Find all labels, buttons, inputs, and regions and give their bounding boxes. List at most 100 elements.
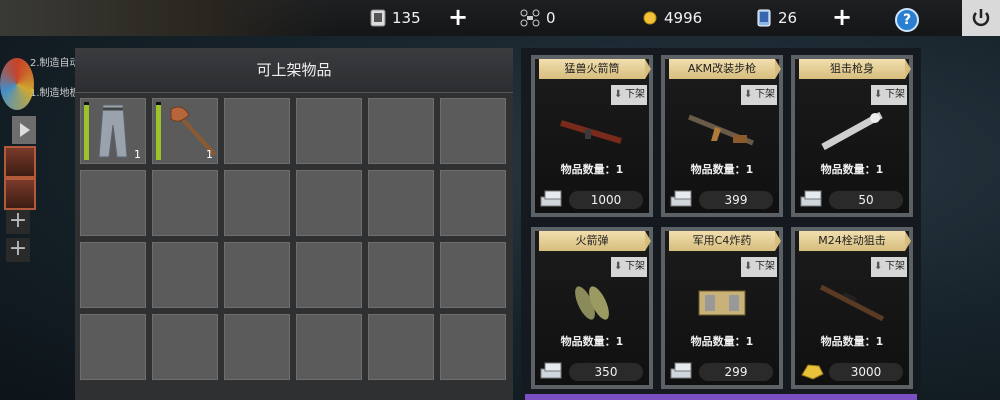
silver-bars-icon bbox=[669, 361, 695, 381]
listing-name: 军用C4炸药 bbox=[669, 231, 781, 251]
card-icon bbox=[370, 9, 386, 27]
player-avatar[interactable] bbox=[0, 58, 34, 110]
listing-name: 狙击枪身 bbox=[799, 59, 911, 79]
unlist-button[interactable]: 下架 bbox=[741, 85, 777, 105]
inventory-title: 可上架物品 bbox=[256, 61, 332, 79]
silver-bars-icon bbox=[539, 361, 565, 381]
unlist-button[interactable]: 下架 bbox=[611, 257, 647, 277]
inventory-slot-pants[interactable]: 1 bbox=[80, 98, 146, 164]
help-button[interactable]: ? bbox=[895, 8, 919, 32]
listing-name: AKM改装步枪 bbox=[669, 59, 781, 79]
inventory-slot-empty[interactable] bbox=[224, 242, 290, 308]
drone-icon bbox=[520, 9, 540, 27]
card-resource: 135 bbox=[370, 6, 421, 30]
inventory-slot-empty[interactable] bbox=[368, 170, 434, 236]
listing-card[interactable]: 狙击枪身下架物品数量：1 50 bbox=[791, 55, 913, 217]
listing-card[interactable]: M24栓动狙击下架物品数量：1 3000 bbox=[791, 227, 913, 389]
inventory-slot-empty[interactable] bbox=[224, 314, 290, 380]
inventory-slot-empty[interactable] bbox=[296, 170, 362, 236]
card-count: 135 bbox=[392, 9, 421, 27]
weapon-icon bbox=[815, 279, 889, 325]
listing-quantity: 物品数量：1 bbox=[690, 335, 754, 348]
inventory-slot-empty[interactable] bbox=[80, 242, 146, 308]
shop-listings-panel: 猛兽火箭筒下架物品数量：11000AKM改装步枪下架物品数量：1399狙击枪身下… bbox=[521, 48, 921, 400]
add-squad-member-icon-2[interactable]: + bbox=[6, 238, 30, 262]
inventory-slot-empty[interactable] bbox=[296, 314, 362, 380]
listing-card[interactable]: 猛兽火箭筒下架物品数量：1 1000 bbox=[531, 55, 653, 217]
listing-name: 火箭弹 bbox=[539, 231, 651, 251]
inventory-slot-empty[interactable] bbox=[80, 314, 146, 380]
phone-resource: 26 bbox=[756, 6, 797, 30]
unlist-button[interactable]: 下架 bbox=[611, 85, 647, 105]
add-phone-button[interactable]: + bbox=[830, 5, 854, 30]
inventory-slot-empty[interactable] bbox=[296, 242, 362, 308]
gold-coin-icon bbox=[642, 9, 658, 27]
squad-portrait-1[interactable] bbox=[4, 146, 36, 178]
listing-name: 猛兽火箭筒 bbox=[539, 59, 651, 79]
inventory-slot-empty[interactable] bbox=[368, 242, 434, 308]
gold-count: 4996 bbox=[664, 9, 703, 27]
listing-card[interactable]: AKM改装步枪下架物品数量：1 399 bbox=[661, 55, 783, 217]
listing-card[interactable]: 火箭弹下架物品数量：1 350 bbox=[531, 227, 653, 389]
inventory-slot-empty[interactable] bbox=[80, 170, 146, 236]
gold-resource: 4996 bbox=[642, 6, 702, 30]
bottom-accent-strip bbox=[525, 394, 917, 400]
add-squad-member-icon[interactable]: + bbox=[6, 210, 30, 234]
inventory-slot-axe[interactable]: 1 bbox=[152, 98, 218, 164]
unlist-button[interactable]: 下架 bbox=[871, 85, 907, 105]
inventory-slot-empty[interactable] bbox=[152, 314, 218, 380]
listing-quantity: 物品数量：1 bbox=[560, 163, 624, 176]
squad-portrait-2[interactable] bbox=[4, 178, 36, 210]
listing-quantity: 物品数量：1 bbox=[690, 163, 754, 176]
silver-bars-icon bbox=[799, 189, 825, 209]
listing-price: 1000 bbox=[569, 191, 643, 209]
item-count: 1 bbox=[206, 148, 213, 161]
add-card-button[interactable]: + bbox=[446, 5, 470, 30]
listing-quantity: 物品数量：1 bbox=[820, 335, 884, 348]
inventory-slot-empty[interactable] bbox=[152, 242, 218, 308]
inventory-slot-empty[interactable] bbox=[296, 98, 362, 164]
quest-text-1[interactable]: 2.制造自动 bbox=[30, 54, 80, 69]
weapon-icon bbox=[555, 107, 629, 153]
listing-card[interactable]: 军用C4炸药下架物品数量：1 299 bbox=[661, 227, 783, 389]
inventory-slot-empty[interactable] bbox=[152, 170, 218, 236]
listing-price: 350 bbox=[569, 363, 643, 381]
phone-icon bbox=[756, 9, 772, 27]
inventory-slot-empty[interactable] bbox=[440, 170, 506, 236]
weapon-icon bbox=[685, 279, 759, 325]
weapon-icon bbox=[815, 107, 889, 153]
pants-icon bbox=[93, 103, 133, 163]
top-banner-art bbox=[0, 0, 340, 36]
inventory-slot-empty[interactable] bbox=[440, 98, 506, 164]
inventory-panel: 可上架物品 1 1 bbox=[75, 48, 513, 400]
listing-price: 299 bbox=[699, 363, 773, 381]
listing-price: 399 bbox=[699, 191, 773, 209]
silver-bars-icon bbox=[539, 189, 565, 209]
inventory-slot-empty[interactable] bbox=[224, 98, 290, 164]
phone-count: 26 bbox=[778, 9, 798, 27]
quest-text-2[interactable]: 1.制造地板 bbox=[30, 84, 80, 99]
drone-resource: 0 bbox=[520, 6, 556, 30]
inventory-slot-empty[interactable] bbox=[368, 98, 434, 164]
inventory-slot-empty[interactable] bbox=[368, 314, 434, 380]
durability-bar bbox=[156, 102, 161, 160]
listing-quantity: 物品数量：1 bbox=[560, 335, 624, 348]
durability-bar bbox=[84, 102, 89, 160]
inventory-slot-empty[interactable] bbox=[224, 170, 290, 236]
unlist-button[interactable]: 下架 bbox=[741, 257, 777, 277]
weapon-icon bbox=[685, 107, 759, 153]
listing-name: M24栓动狙击 bbox=[799, 231, 911, 251]
inventory-slot-empty[interactable] bbox=[440, 314, 506, 380]
power-button[interactable] bbox=[962, 0, 1000, 36]
listing-quantity: 物品数量：1 bbox=[820, 163, 884, 176]
power-icon bbox=[972, 9, 990, 27]
item-count: 1 bbox=[134, 148, 141, 161]
pants-icon bbox=[98, 104, 128, 158]
listing-price: 3000 bbox=[829, 363, 903, 381]
inventory-slot-empty[interactable] bbox=[440, 242, 506, 308]
play-arrow-icon[interactable] bbox=[12, 116, 36, 144]
listing-price: 50 bbox=[829, 191, 903, 209]
unlist-button[interactable]: 下架 bbox=[871, 257, 907, 277]
weapon-icon bbox=[555, 279, 629, 325]
silver-bars-icon bbox=[669, 189, 695, 209]
